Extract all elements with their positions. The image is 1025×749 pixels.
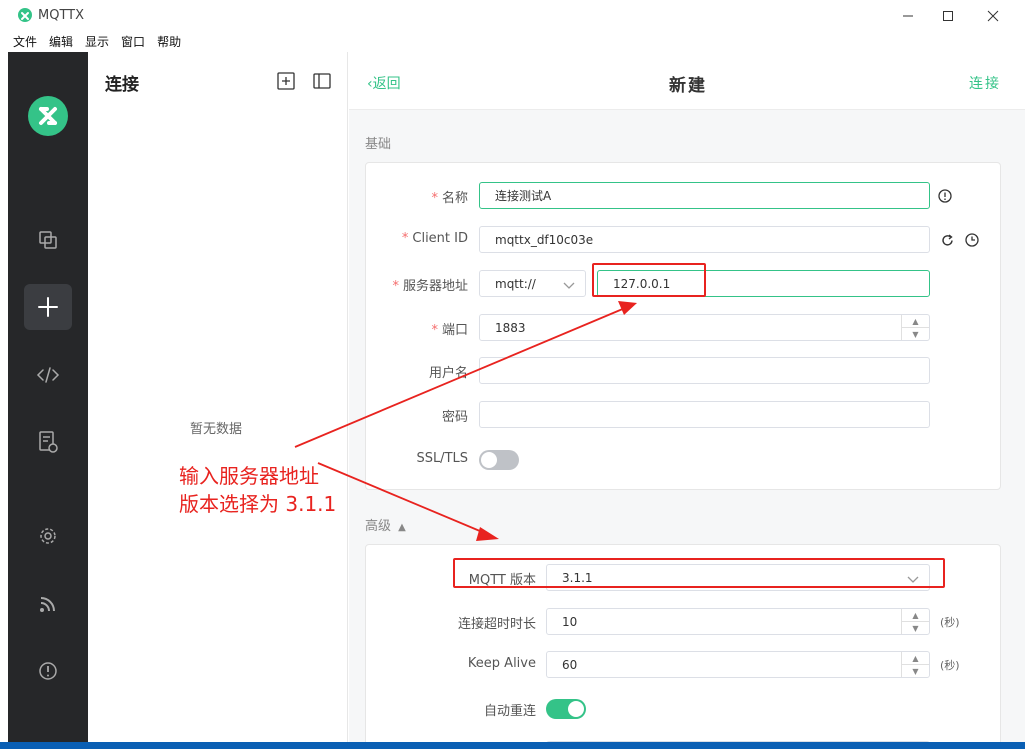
annotation-arrows: [294, 301, 637, 541]
taskbar: [0, 742, 1025, 749]
annotation-text: 输入服务器地址 版本选择为 3.1.1: [179, 464, 337, 516]
app-window: MQTTX 文件 编辑 显示 窗口 帮助 连接 暂无数据 ‹返回 新建 连接 基…: [0, 0, 1025, 742]
